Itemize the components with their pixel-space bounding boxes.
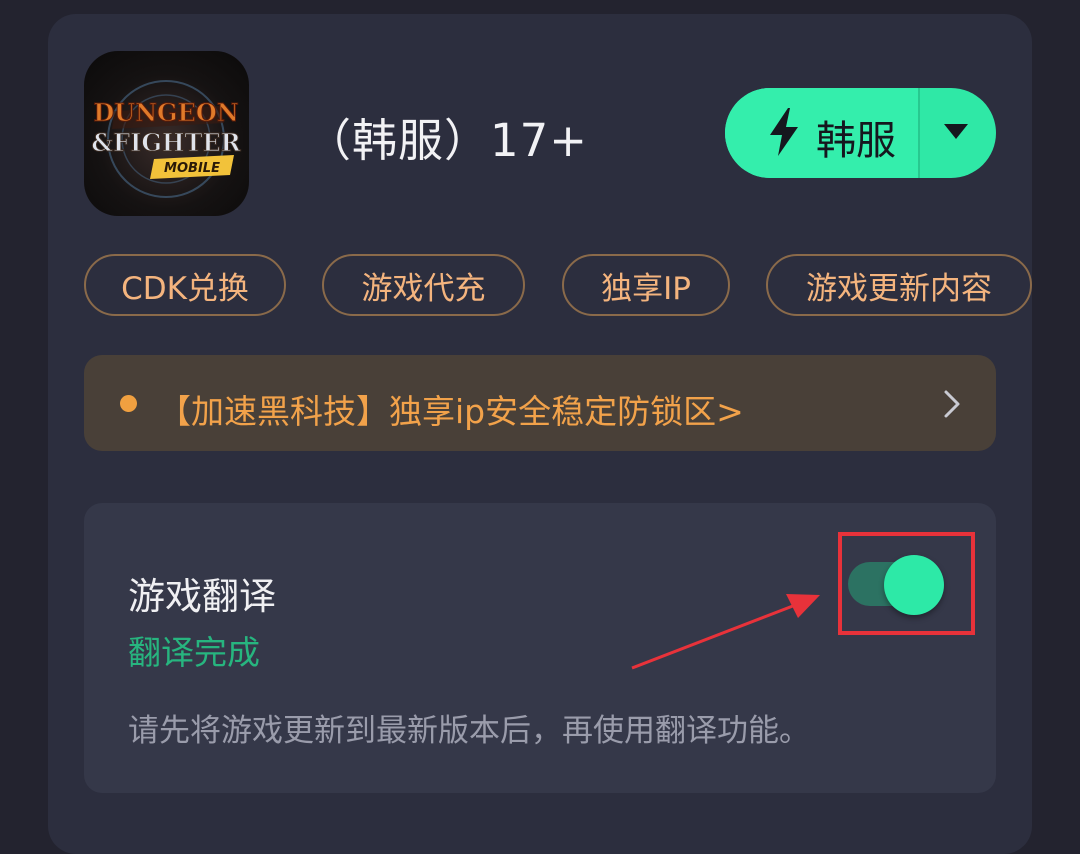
translation-status: 翻译完成 [128,633,260,672]
bolt-icon [770,108,798,156]
game-logo-icon: DUNGEON &FIGHTER MOBILE [84,51,249,216]
region-divider [918,88,920,178]
tag-exclusive-ip[interactable]: 独享IP [562,254,730,316]
logo-text-fighter: &FIGHTER [91,128,241,157]
translation-title: 游戏翻译 [128,575,276,618]
logo-text-mobile: MOBILE [164,161,220,176]
translation-note: 请先将游戏更新到最新版本后，再使用翻译功能。 [128,713,810,749]
promo-text: 【加速黑科技】独享ip安全稳定防锁区> [158,392,744,431]
region-label: 韩服 [816,118,896,164]
promo-dot-icon [120,395,137,412]
logo-text-dungeon: DUNGEON [93,98,238,127]
annotation-highlight-box [838,532,975,635]
annotation-arrow-icon [631,594,820,670]
tag-game-recharge[interactable]: 游戏代充 [322,254,525,316]
tag-cdk-exchange[interactable]: CDK兑换 [84,254,286,316]
chevron-right-icon [944,390,960,418]
tag-game-update-content[interactable]: 游戏更新内容 [766,254,1032,316]
game-title: （韩服）17+ [306,114,588,167]
caret-down-icon[interactable] [944,124,968,140]
